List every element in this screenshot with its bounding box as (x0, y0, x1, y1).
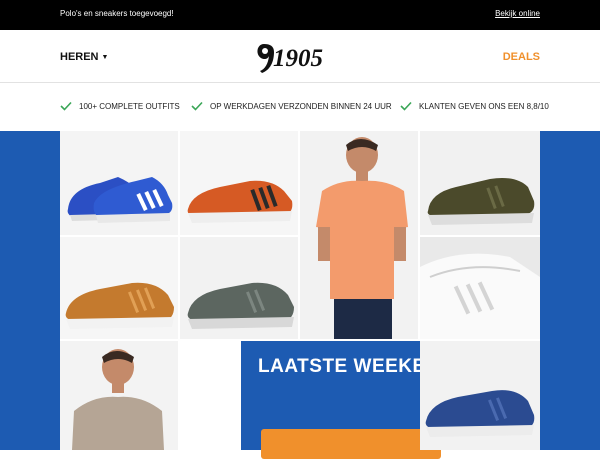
brand-logo[interactable]: 1905 (256, 40, 346, 74)
white-sneaker-image (420, 253, 540, 339)
navy-sneaker-image (425, 390, 535, 437)
deals-link[interactable]: DEALS (503, 51, 540, 63)
check-icon (60, 101, 72, 111)
heren-menu-label: HEREN (60, 51, 99, 63)
product-collage: LAATSTE WEEKEND! (60, 131, 540, 459)
product-tile-peach-polo[interactable] (300, 131, 418, 339)
usp-text: KLANTEN GEVEN ONS EEN 8,8/10 (419, 101, 549, 111)
usp-item: OP WERKDAGEN VERZONDEN BINNEN 24 UUR (191, 101, 392, 111)
usp-bar: 100+ COMPLETE OUTFITS OP WERKDAGEN VERZO… (0, 83, 600, 131)
beige-polo-model-image (72, 349, 164, 450)
olive-sneaker-image (427, 178, 535, 225)
view-online-link[interactable]: Bekijk online (495, 9, 540, 18)
heren-menu[interactable]: HEREN ▼ (60, 51, 108, 63)
cognac-sneaker-image (65, 282, 174, 329)
usp-text: OP WERKDAGEN VERZONDEN BINNEN 24 UUR (210, 101, 392, 111)
usp-text: 100+ COMPLETE OUTFITS (79, 101, 180, 111)
product-tile-white-sneaker[interactable] (420, 237, 540, 339)
product-tile-cognac-sneaker[interactable] (60, 237, 178, 339)
product-tile-blue-sneakers[interactable] (60, 131, 178, 235)
banner-orange-text (261, 429, 441, 459)
promo-text: Polo's en sneakers toegevoegd! (60, 9, 174, 18)
usp-item: 100+ COMPLETE OUTFITS (60, 101, 180, 111)
blue-sneaker-image (67, 177, 173, 223)
product-tile-olive-sneaker[interactable] (420, 131, 540, 235)
product-tile-rust-sneaker[interactable] (180, 131, 298, 235)
header: HEREN ▼ 1905 DEALS (0, 30, 600, 83)
check-icon (400, 101, 412, 111)
grey-sneaker-image (187, 282, 294, 329)
rust-sneaker-image (187, 180, 293, 223)
chevron-down-icon: ▼ (101, 54, 109, 61)
check-icon (191, 101, 203, 111)
logo-text: 1905 (273, 45, 323, 72)
product-tile-beige-polo[interactable] (60, 341, 178, 450)
peach-polo-model-image (316, 137, 408, 339)
product-tile-navy-sneaker[interactable] (420, 341, 540, 450)
top-bar: Polo's en sneakers toegevoegd! Bekijk on… (0, 0, 600, 30)
product-tile-grey-sneaker[interactable] (180, 237, 298, 339)
usp-item: KLANTEN GEVEN ONS EEN 8,8/10 (400, 101, 549, 111)
